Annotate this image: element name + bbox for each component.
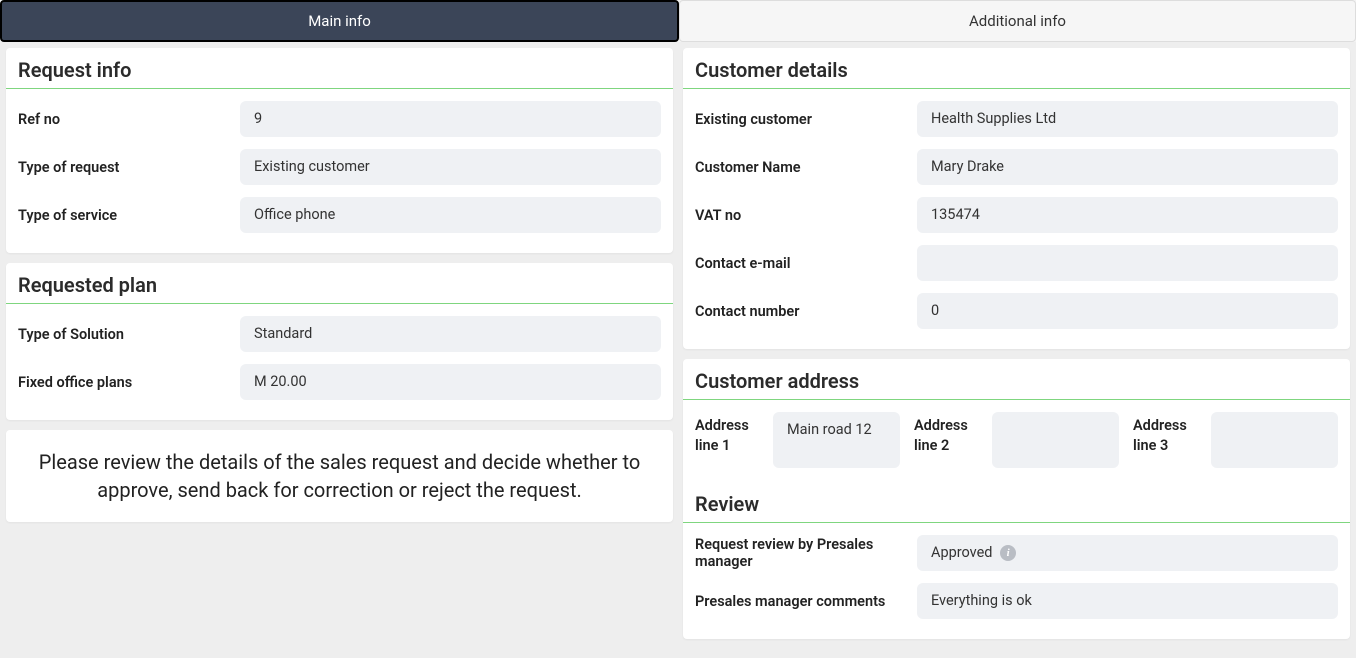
value-presales-review: Approved i [917,535,1338,571]
heading-review: Review [683,478,1350,523]
label-type-of-solution: Type of Solution [18,326,228,343]
group-address-line-3: Address line 3 [1133,412,1338,468]
value-contact-number: 0 [917,293,1338,329]
row-customer-name: Customer Name Mary Drake [695,143,1338,191]
card-customer-details: Customer details Existing customer Healt… [683,48,1350,349]
heading-requested-plan: Requested plan [6,263,673,304]
label-address-line-2: Address line 2 [914,412,984,457]
tab-main-info-label: Main info [308,12,371,30]
label-contact-number: Contact number [695,303,905,320]
group-address-line-1: Address line 1 Main road 12 [695,412,900,468]
value-address-line-1: Main road 12 [773,412,900,468]
tab-additional-info[interactable]: Additional info [679,0,1356,42]
value-ref-no: 9 [240,101,661,137]
row-presales-review: Request review by Presales manager Appro… [695,529,1338,577]
tab-main-info[interactable]: Main info [0,0,679,42]
row-address-lines: Address line 1 Main road 12 Address line… [695,406,1338,474]
instruction-text: Please review the details of the sales r… [6,430,673,522]
value-contact-email [917,245,1338,281]
tabbar: Main info Additional info [0,0,1356,42]
card-requested-plan: Requested plan Type of Solution Standard… [6,263,673,420]
row-type-of-service: Type of service Office phone [18,191,661,239]
value-type-of-solution: Standard [240,316,661,352]
heading-customer-details: Customer details [683,48,1350,89]
label-vat-no: VAT no [695,207,905,224]
label-type-of-request: Type of request [18,159,228,176]
label-type-of-service: Type of service [18,207,228,224]
value-fixed-office-plans: M 20.00 [240,364,661,400]
value-presales-comments: Everything is ok [917,583,1338,619]
row-contact-number: Contact number 0 [695,287,1338,335]
label-ref-no: Ref no [18,111,228,128]
label-address-line-1: Address line 1 [695,412,765,457]
row-ref-no: Ref no 9 [18,95,661,143]
label-existing-customer: Existing customer [695,111,905,128]
value-existing-customer: Health Supplies Ltd [917,101,1338,137]
group-address-line-2: Address line 2 [914,412,1119,468]
label-address-line-3: Address line 3 [1133,412,1203,457]
heading-request-info: Request info [6,48,673,89]
value-customer-name: Mary Drake [917,149,1338,185]
row-fixed-office-plans: Fixed office plans M 20.00 [18,358,661,406]
label-contact-email: Contact e-mail [695,255,905,272]
row-existing-customer: Existing customer Health Supplies Ltd [695,95,1338,143]
label-presales-review: Request review by Presales manager [695,536,905,570]
value-type-of-request: Existing customer [240,149,661,185]
value-vat-no: 135474 [917,197,1338,233]
row-type-of-request: Type of request Existing customer [18,143,661,191]
left-column: Request info Ref no 9 Type of request Ex… [6,48,673,522]
value-address-line-2 [992,412,1119,468]
value-address-line-3 [1211,412,1338,468]
info-icon[interactable]: i [1000,545,1016,561]
label-customer-name: Customer Name [695,159,905,176]
heading-customer-address: Customer address [683,359,1350,400]
value-presales-review-text: Approved [931,544,992,561]
row-contact-email: Contact e-mail [695,239,1338,287]
tab-additional-info-label: Additional info [969,12,1066,30]
card-customer-address: Customer address Address line 1 Main roa… [683,359,1350,639]
card-request-info: Request info Ref no 9 Type of request Ex… [6,48,673,253]
row-type-of-solution: Type of Solution Standard [18,310,661,358]
label-fixed-office-plans: Fixed office plans [18,374,228,391]
row-presales-comments: Presales manager comments Everything is … [695,577,1338,625]
label-presales-comments: Presales manager comments [695,593,905,610]
value-type-of-service: Office phone [240,197,661,233]
row-vat-no: VAT no 135474 [695,191,1338,239]
right-column: Customer details Existing customer Healt… [683,48,1350,639]
